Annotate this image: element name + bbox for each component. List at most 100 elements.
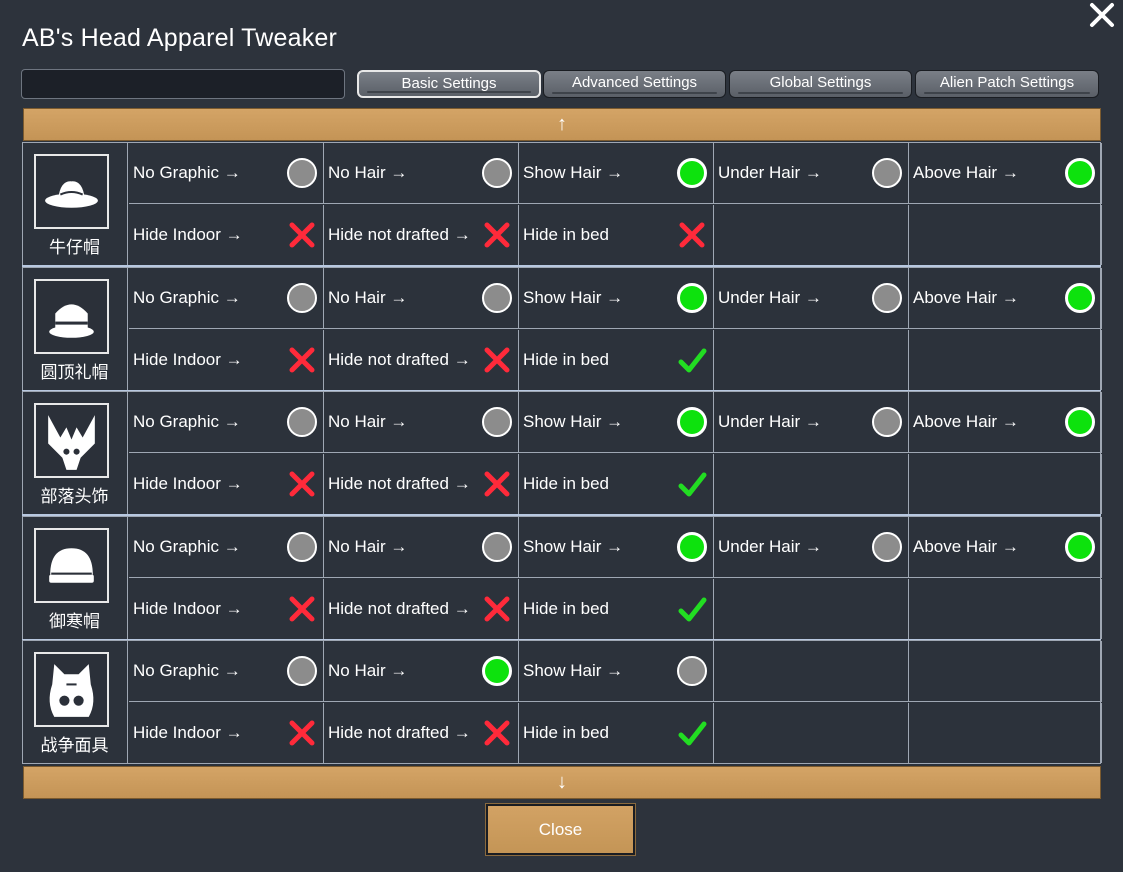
cross-icon[interactable]	[677, 220, 707, 250]
option-no-hair: No Hair →	[324, 516, 519, 578]
option-show-hair: Show Hair →	[519, 392, 714, 453]
option-show-hair: Show Hair →	[519, 143, 714, 204]
option-label: No Graphic →	[133, 661, 241, 680]
option-label: Under Hair →	[718, 163, 822, 182]
option-hide-in-bed: Hide in bed	[519, 205, 714, 265]
no-graphic-radio[interactable]	[287, 531, 317, 562]
option-hide-in-bed: Hide in bed	[519, 703, 714, 763]
option-label: Hide in bed	[523, 349, 610, 369]
check-icon[interactable]	[677, 594, 707, 624]
option-under-hair: Under Hair →	[714, 516, 909, 578]
above-hair-radio[interactable]	[1065, 282, 1095, 313]
no-hair-radio[interactable]	[482, 531, 512, 562]
show-hair-radio[interactable]	[677, 407, 707, 437]
tab-basic-settings[interactable]: Basic Settings	[357, 70, 541, 98]
empty-cell	[909, 205, 1102, 265]
no-graphic-radio[interactable]	[287, 158, 317, 188]
window-title: AB's Head Apparel Tweaker	[22, 24, 338, 52]
option-show-hair: Show Hair →	[519, 267, 714, 329]
no-hair-radio[interactable]	[482, 158, 512, 188]
apparel-row: 战争面具 No Graphic → No Hair → Show Hair → Hide…	[22, 640, 1102, 764]
under-hair-radio[interactable]	[872, 407, 902, 437]
under-hair-radio[interactable]	[872, 282, 902, 313]
option-label: Hide Indoor →	[133, 474, 243, 493]
option-label: No Graphic →	[133, 163, 241, 182]
apparel-row: 御寒帽 No Graphic → No Hair → Show Hair → Under…	[22, 515, 1102, 640]
empty-cell	[714, 454, 909, 514]
no-hair-radio[interactable]	[482, 407, 512, 437]
empty-cell	[714, 641, 909, 702]
show-hair-radio[interactable]	[677, 158, 707, 188]
option-label: No Graphic →	[133, 412, 241, 431]
tab-advanced-settings[interactable]: Advanced Settings	[543, 70, 726, 98]
option-label: No Graphic →	[133, 536, 241, 556]
check-icon[interactable]	[677, 345, 707, 375]
option-under-hair: Under Hair →	[714, 267, 909, 329]
apparel-icon-cell: 战争面具	[23, 641, 128, 763]
apparel-icon-cell: 圆顶礼帽	[23, 267, 128, 390]
option-no-graphic: No Graphic →	[129, 392, 324, 453]
under-hair-radio[interactable]	[872, 531, 902, 562]
cross-icon[interactable]	[287, 220, 317, 250]
option-label: Hide Indoor →	[133, 598, 243, 618]
cross-icon[interactable]	[482, 220, 512, 250]
no-graphic-radio[interactable]	[287, 282, 317, 313]
under-hair-radio[interactable]	[872, 158, 902, 188]
no-hair-radio[interactable]	[482, 656, 512, 686]
cross-icon[interactable]	[287, 469, 317, 499]
close-button[interactable]: Close	[485, 803, 636, 856]
scroll-up-button[interactable]: ↑	[23, 108, 1101, 141]
option-label: Hide not drafted →	[328, 723, 471, 742]
cross-icon[interactable]	[287, 718, 317, 748]
show-hair-radio[interactable]	[677, 282, 707, 313]
bowler-hat-icon	[49, 303, 94, 338]
option-label: Hide not drafted →	[328, 349, 471, 369]
option-hide-not-drafted: Hide not drafted →	[324, 205, 519, 265]
option-no-graphic: No Graphic →	[129, 516, 324, 578]
check-icon[interactable]	[677, 469, 707, 499]
empty-cell	[909, 454, 1102, 514]
cross-icon[interactable]	[287, 345, 317, 375]
option-label: Hide Indoor →	[133, 225, 243, 244]
option-hide-not-drafted: Hide not drafted →	[324, 703, 519, 763]
cross-icon[interactable]	[482, 469, 512, 499]
no-hair-radio[interactable]	[482, 282, 512, 313]
cross-icon[interactable]	[482, 345, 512, 375]
tribal-headdress-icon	[48, 415, 95, 470]
tuque-icon	[49, 547, 94, 583]
cross-icon[interactable]	[482, 594, 512, 624]
option-above-hair: Above Hair →	[909, 516, 1102, 578]
above-hair-radio[interactable]	[1065, 158, 1095, 188]
option-no-hair: No Hair →	[324, 143, 519, 204]
empty-cell	[909, 703, 1102, 763]
tab-global-settings[interactable]: Global Settings	[729, 70, 912, 98]
show-hair-radio[interactable]	[677, 656, 707, 686]
option-label: Show Hair →	[523, 412, 624, 431]
option-hide-not-drafted: Hide not drafted →	[324, 329, 519, 390]
apparel-icon-cell: 牛仔帽	[23, 143, 128, 265]
option-label: Hide not drafted →	[328, 598, 471, 618]
option-above-hair: Above Hair →	[909, 392, 1102, 453]
empty-cell	[714, 578, 909, 639]
empty-cell	[714, 703, 909, 763]
above-hair-radio[interactable]	[1065, 531, 1095, 562]
option-label: Show Hair →	[523, 536, 624, 556]
option-under-hair: Under Hair →	[714, 143, 909, 204]
cross-icon[interactable]	[482, 718, 512, 748]
option-label: No Hair →	[328, 287, 408, 307]
check-icon[interactable]	[677, 718, 707, 748]
no-graphic-radio[interactable]	[287, 656, 317, 686]
option-label: Under Hair →	[718, 412, 822, 431]
show-hair-radio[interactable]	[677, 531, 707, 562]
option-no-graphic: No Graphic →	[129, 267, 324, 329]
scroll-down-button[interactable]: ↓	[23, 766, 1101, 799]
tab-alien-patch-settings[interactable]: Alien Patch Settings	[915, 70, 1099, 98]
apparel-icon-frame	[34, 403, 109, 478]
dialog-window: AB's Head Apparel Tweaker Basic Settings…	[0, 0, 1123, 872]
search-input[interactable]	[21, 69, 345, 99]
apparel-row: 部落头饰 No Graphic → No Hair → Show Hair → Unde…	[22, 391, 1102, 515]
above-hair-radio[interactable]	[1065, 407, 1095, 437]
no-graphic-radio[interactable]	[287, 407, 317, 437]
close-icon[interactable]	[1087, 0, 1117, 30]
cross-icon[interactable]	[287, 594, 317, 624]
